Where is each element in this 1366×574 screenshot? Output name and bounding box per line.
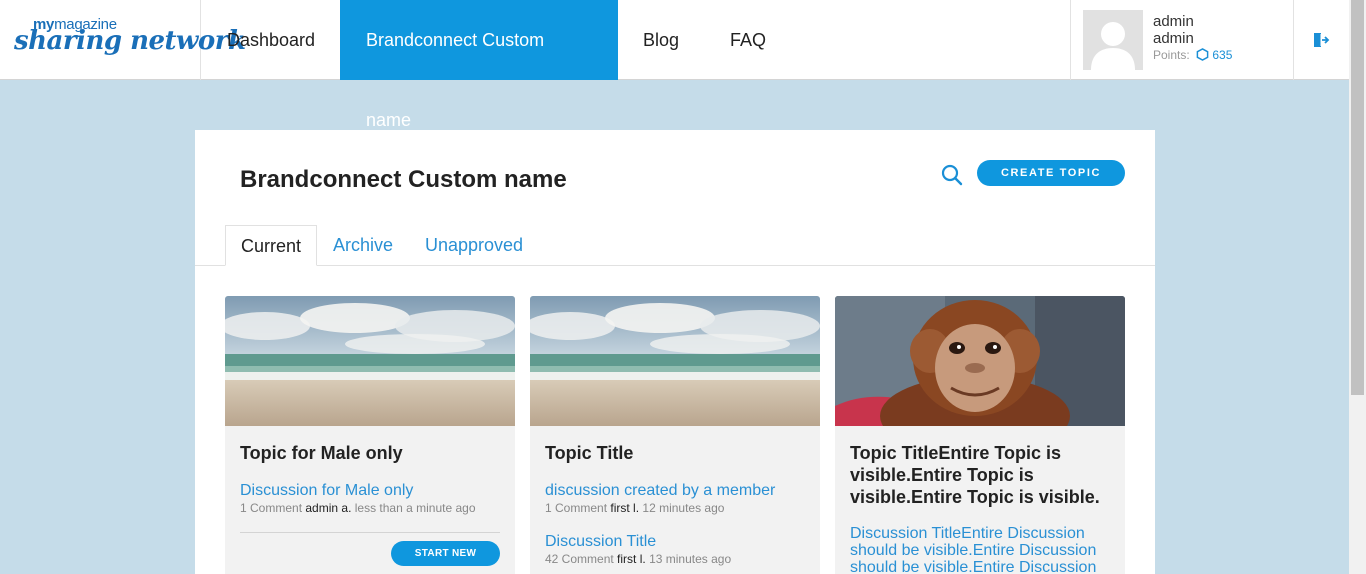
beach-photo	[225, 296, 515, 426]
search-button[interactable]	[940, 163, 964, 187]
topics-panel: Brandconnect Custom name CREATE TOPIC Cu…	[195, 130, 1155, 574]
avatar[interactable]	[1083, 10, 1143, 70]
site-logo[interactable]: mymagazine sharing network	[0, 0, 246, 80]
user-points: Points: 635	[1153, 48, 1232, 62]
points-value: 635	[1212, 48, 1233, 62]
discussion-title[interactable]: Discussion for Male only	[240, 482, 502, 499]
comment-count: 1 Comment	[240, 501, 303, 515]
discussion-meta: 1 Comment first l. 12 minutes ago	[545, 501, 724, 515]
page-scrollbar-thumb[interactable]	[1351, 0, 1364, 395]
nav-brandconnect[interactable]: Brandconnect Custom name	[340, 0, 618, 130]
points-label: Points:	[1153, 48, 1190, 62]
topic-title[interactable]: Topic TitleEntire Topic is visible.Entir…	[850, 442, 1112, 508]
discussion-author: first l.	[617, 552, 646, 566]
beach-photo	[530, 296, 820, 426]
discussion-meta: 42 Comment first l. 13 minutes ago	[545, 552, 731, 566]
topic-image-beach[interactable]	[225, 296, 515, 426]
create-topic-button[interactable]: CREATE TOPIC	[977, 160, 1125, 186]
comment-count: 42 Comment	[545, 552, 614, 566]
tab-current[interactable]: Current	[225, 225, 318, 266]
discussion-time: less than a minute ago	[354, 501, 476, 515]
start-new-button[interactable]: START NEW	[391, 541, 500, 566]
orangutan-photo	[835, 296, 1125, 426]
discussion-time: 13 minutes ago	[649, 552, 732, 566]
discussion-author: admin a.	[305, 501, 352, 515]
user-name: admin	[1153, 13, 1194, 30]
topic-card[interactable]: Topic Title discussion created by a memb…	[530, 296, 820, 574]
page-title: Brandconnect Custom name	[240, 166, 567, 193]
discussion-author: first l.	[610, 501, 640, 515]
points-hexagon-icon	[1196, 48, 1209, 61]
tab-unapproved[interactable]: Unapproved	[410, 225, 538, 266]
topic-title[interactable]: Topic for Male only	[240, 442, 502, 464]
discussion-title[interactable]: Discussion TitleEntire Discussion should…	[850, 525, 1112, 574]
user-menu[interactable]: admin admin Points: 635	[1070, 0, 1294, 80]
discussion-meta: 1 Comment admin a. less than a minute ag…	[240, 501, 476, 515]
nav-faq[interactable]: FAQ	[704, 0, 792, 80]
topic-title[interactable]: Topic Title	[545, 442, 807, 464]
topic-card[interactable]: Topic TitleEntire Topic is visible.Entir…	[835, 296, 1125, 574]
comment-count: 1 Comment	[545, 501, 608, 515]
logout-icon	[1314, 33, 1330, 47]
user-role: admin	[1153, 30, 1194, 47]
topic-card[interactable]: Topic for Male only Discussion for Male …	[225, 296, 515, 574]
avatar-placeholder-icon	[1083, 10, 1143, 70]
logout-button[interactable]	[1310, 30, 1330, 50]
discussion-title[interactable]: discussion created by a member	[545, 482, 807, 499]
nav-blog[interactable]: Blog	[617, 0, 705, 80]
nav-dashboard[interactable]: Dashboard	[201, 0, 341, 80]
topic-image-orangutan[interactable]	[835, 296, 1125, 426]
discussion-title[interactable]: Discussion Title	[545, 533, 807, 550]
card-divider	[240, 532, 500, 533]
discussion-time: 12 minutes ago	[642, 501, 725, 515]
topic-image-beach[interactable]	[530, 296, 820, 426]
top-navigation-bar: mymagazine sharing network Dashboard Bra…	[0, 0, 1349, 130]
tab-archive[interactable]: Archive	[318, 225, 408, 266]
search-icon	[941, 164, 963, 186]
